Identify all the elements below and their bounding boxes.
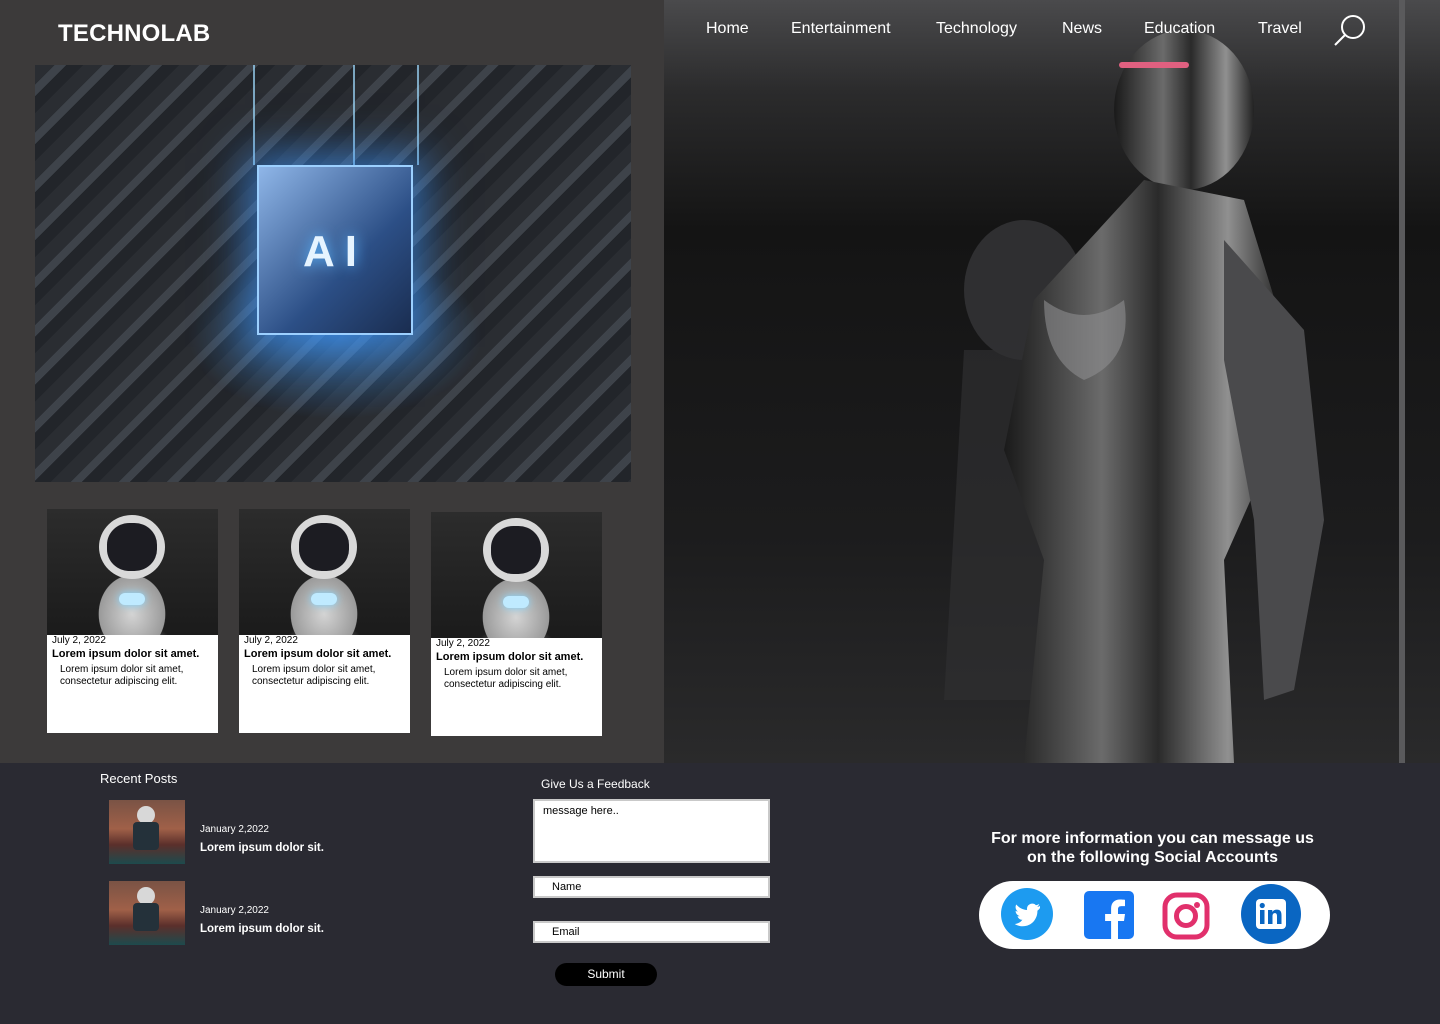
featured-image[interactable]: AI	[35, 65, 631, 482]
card-text: Lorem ipsum dolor sit amet, consectetur …	[444, 667, 568, 690]
robot-visor	[491, 526, 541, 574]
card-title[interactable]: Lorem ipsum dolor sit amet.	[52, 648, 199, 660]
nav-news[interactable]: News	[1062, 20, 1102, 38]
post-thumbnail	[109, 881, 185, 945]
post-thumbnail	[109, 800, 185, 864]
article-card[interactable]: July 2, 2022 Lorem ipsum dolor sit amet.…	[239, 509, 410, 733]
image-wire	[253, 65, 255, 165]
thumb-figure-body	[133, 903, 159, 931]
image-wire	[353, 65, 355, 165]
image-wire	[417, 65, 419, 165]
card-text: Lorem ipsum dolor sit amet, consectetur …	[60, 664, 184, 687]
main-nav: Home Entertainment Technology News Educa…	[0, 20, 1440, 42]
facebook-icon[interactable]	[1083, 890, 1135, 940]
card-date: July 2, 2022	[436, 638, 490, 649]
robot-visor	[107, 523, 157, 571]
message-field[interactable]	[533, 799, 770, 863]
thumb-figure-body	[133, 822, 159, 850]
name-field[interactable]	[533, 876, 770, 898]
robot-figure	[944, 30, 1324, 763]
ai-cube-label: AI	[303, 227, 367, 276]
submit-button[interactable]: Submit	[555, 963, 657, 986]
linkedin-icon[interactable]	[1240, 883, 1302, 945]
recent-post[interactable]: January 2,2022 Lorem ipsum dolor sit.	[109, 800, 409, 864]
nav-entertainment[interactable]: Entertainment	[791, 20, 891, 38]
card-date: July 2, 2022	[52, 635, 106, 646]
card-robot-image	[47, 509, 218, 635]
card-robot-image	[431, 512, 602, 638]
post-title[interactable]: Lorem ipsum dolor sit.	[200, 842, 324, 854]
post-date: January 2,2022	[200, 824, 269, 835]
post-date: January 2,2022	[200, 905, 269, 916]
card-text: Lorem ipsum dolor sit amet, consectetur …	[252, 664, 376, 687]
card-title[interactable]: Lorem ipsum dolor sit amet.	[436, 651, 583, 663]
social-links	[979, 881, 1330, 949]
card-title[interactable]: Lorem ipsum dolor sit amet.	[244, 648, 391, 660]
hero-robot-image	[664, 0, 1440, 763]
nav-technology[interactable]: Technology	[936, 20, 1017, 38]
card-date: July 2, 2022	[244, 635, 298, 646]
twitter-icon[interactable]	[1000, 887, 1054, 941]
post-title[interactable]: Lorem ipsum dolor sit.	[200, 923, 324, 935]
email-field[interactable]	[533, 921, 770, 943]
social-heading-line: on the following Social Accounts	[1027, 849, 1278, 866]
nav-travel[interactable]: Travel	[1258, 20, 1302, 38]
nav-home[interactable]: Home	[706, 20, 749, 38]
robot-glow	[119, 593, 145, 605]
robot-glow	[311, 593, 337, 605]
card-robot-image	[239, 509, 410, 635]
feedback-title: Give Us a Feedback	[541, 777, 650, 791]
instagram-icon[interactable]	[1162, 892, 1210, 940]
robot-glow	[503, 596, 529, 608]
ai-cube: AI	[257, 165, 413, 335]
social-heading-line: For more information you can message us	[991, 830, 1314, 847]
recent-posts-title: Recent Posts	[100, 771, 178, 786]
recent-post[interactable]: January 2,2022 Lorem ipsum dolor sit.	[109, 881, 409, 945]
robot-visor	[299, 523, 349, 571]
search-icon[interactable]	[1332, 12, 1368, 48]
article-card[interactable]: July 2, 2022 Lorem ipsum dolor sit amet.…	[431, 512, 602, 736]
article-card[interactable]: July 2, 2022 Lorem ipsum dolor sit amet.…	[47, 509, 218, 733]
nav-education[interactable]: Education	[1144, 20, 1215, 38]
social-heading: For more information you can message us …	[990, 829, 1315, 867]
